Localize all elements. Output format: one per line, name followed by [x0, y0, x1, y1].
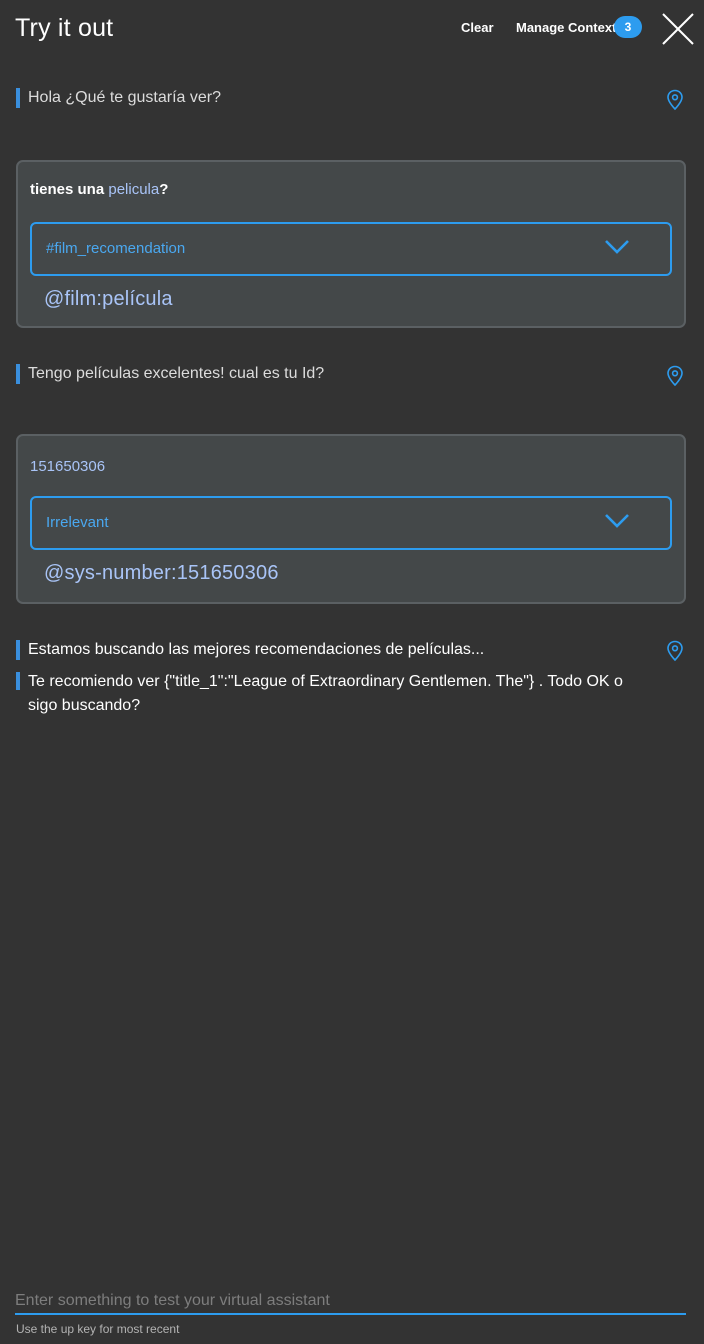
context-count-badge[interactable]: 3: [614, 16, 642, 38]
message-marker: [16, 672, 20, 690]
user-message-text-part: tienes una: [30, 181, 109, 198]
input-hint: Use the up key for most recent: [16, 1322, 180, 1336]
entity-label[interactable]: @sys-number:151650306: [44, 562, 279, 585]
chevron-down-icon[interactable]: [604, 512, 630, 530]
chevron-down-icon[interactable]: [604, 238, 630, 256]
message-input[interactable]: [15, 1288, 686, 1315]
intent-selected-value: Irrelevant: [46, 514, 109, 531]
user-message-card: tienes una pelicula? #film_recomendation…: [16, 160, 686, 328]
clear-button[interactable]: Clear: [461, 20, 494, 35]
location-pin-icon[interactable]: [666, 640, 684, 662]
bot-message: Te recomiendo ver {"title_1":"League of …: [16, 670, 623, 718]
try-it-out-panel: Try it out Clear Manage Context 3 Hola ¿…: [0, 0, 704, 1344]
bot-message: Tengo películas excelentes! cual es tu I…: [16, 364, 324, 384]
close-icon[interactable]: [660, 11, 696, 47]
user-message-text-part: ?: [159, 181, 169, 198]
intent-dropdown[interactable]: #film_recomendation: [30, 222, 672, 276]
manage-context-button[interactable]: Manage Context: [516, 20, 616, 35]
intent-dropdown[interactable]: Irrelevant: [30, 496, 672, 550]
bot-message-line: sigo buscando?: [28, 697, 141, 714]
location-pin-icon[interactable]: [666, 365, 684, 387]
user-message-card: 151650306 Irrelevant @sys-number:1516503…: [16, 434, 686, 604]
recognized-entity-value: pelicula: [108, 181, 160, 198]
user-message-text: tienes una pelicula?: [30, 181, 168, 198]
bot-message: Hola ¿Qué te gustaría ver?: [16, 88, 221, 108]
panel-title: Try it out: [15, 14, 114, 42]
bot-message: Estamos buscando las mejores recomendaci…: [16, 640, 484, 660]
bot-message-line: Te recomiendo ver {"title_1":"League of …: [28, 673, 623, 690]
user-message-text: 151650306: [30, 458, 106, 475]
entity-label[interactable]: @film:película: [44, 288, 173, 311]
intent-selected-value: #film_recomendation: [46, 240, 186, 257]
location-pin-icon[interactable]: [666, 89, 684, 111]
